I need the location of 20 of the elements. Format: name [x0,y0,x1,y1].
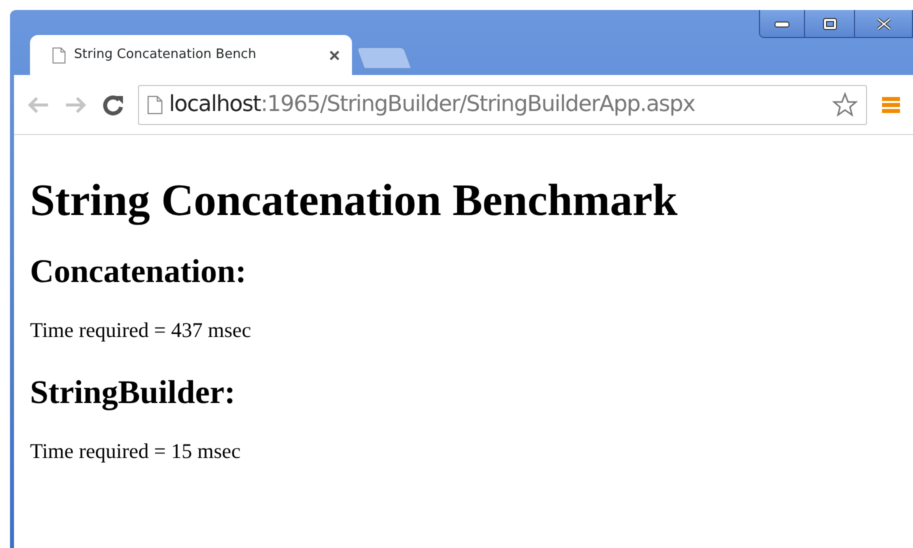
result-text: Time required = 15 msec [30,438,242,465]
close-icon [876,16,892,30]
section-heading: Concatenation: [30,253,248,292]
address-bar[interactable]: localhost:1965/StringBuilder/StringBuilderApp.aspx [138,84,867,124]
minimize-icon [774,20,790,28]
result-text: Time required = 437 msec [30,316,252,344]
page-icon [52,46,66,64]
maximize-button[interactable] [804,10,854,37]
section-heading: StringBuilder: [30,374,236,414]
page-icon [147,94,163,114]
url-text: localhost:1965/StringBuilder/StringBuilderApp.aspx [169,91,695,119]
browser-tab[interactable]: String Concatenation Bench [30,35,352,75]
reload-icon[interactable] [102,94,124,116]
minimize-button[interactable] [760,10,804,37]
tab-title: String Concatenation Bench [74,46,256,64]
star-icon[interactable] [832,92,858,118]
close-button[interactable] [854,10,912,37]
page-heading: String Concatenation Benchmark [30,174,679,227]
close-icon[interactable] [329,50,340,60]
maximize-icon [822,16,838,30]
